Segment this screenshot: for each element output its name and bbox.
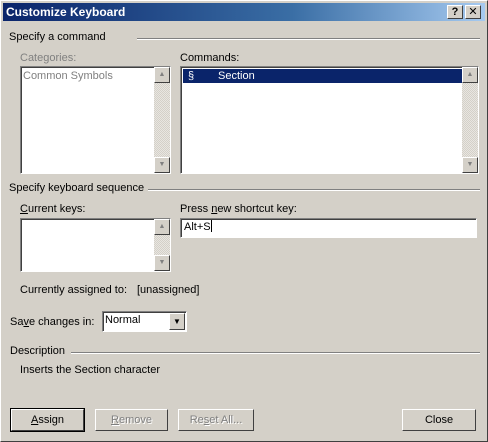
section-symbol: § xyxy=(188,70,195,82)
description-heading: Description xyxy=(10,345,66,357)
scroll-down-icon[interactable]: ▼ xyxy=(154,255,170,271)
categories-label: Categories: xyxy=(20,52,77,64)
dropdown-arrow-icon[interactable]: ▼ xyxy=(169,313,185,330)
current-keys-label: Current keys: xyxy=(20,203,86,215)
current-keys-listbox[interactable]: ▲ ▼ xyxy=(20,218,171,272)
text-caret xyxy=(210,220,212,232)
help-button[interactable]: ? xyxy=(447,5,463,19)
currently-assigned-label: Currently assigned to: xyxy=(20,284,127,296)
categories-listbox[interactable]: Common Symbols ▲ ▼ xyxy=(20,66,171,174)
divider xyxy=(71,352,480,354)
customize-keyboard-dialog: Customize Keyboard ? ✕ Specify a command… xyxy=(0,0,488,442)
divider xyxy=(148,189,480,191)
command-item-section[interactable]: § Section xyxy=(183,69,462,83)
scroll-up-icon[interactable]: ▲ xyxy=(154,67,170,83)
specify-command-heading: Specify a command xyxy=(9,31,106,43)
description-text: Inserts the Section character xyxy=(20,364,161,376)
scroll-down-icon[interactable]: ▼ xyxy=(462,157,478,173)
new-shortcut-label: Press new shortcut key: xyxy=(180,203,297,215)
new-shortcut-value: Alt+S xyxy=(184,221,211,233)
commands-scrollbar[interactable]: ▲ ▼ xyxy=(462,67,478,173)
currently-assigned-value: [unassigned] xyxy=(137,284,200,296)
scroll-up-icon[interactable]: ▲ xyxy=(462,67,478,83)
save-changes-label: Save changes in: xyxy=(10,316,95,328)
current-keys-scrollbar[interactable]: ▲ ▼ xyxy=(154,219,170,271)
close-window-button[interactable]: ✕ xyxy=(465,5,481,19)
command-name: Section xyxy=(218,70,255,82)
remove-button[interactable]: Remove xyxy=(95,409,168,431)
commands-listbox[interactable]: § Section ▲ ▼ xyxy=(180,66,479,174)
window-title: Customize Keyboard xyxy=(6,5,126,19)
scroll-down-icon[interactable]: ▼ xyxy=(154,157,170,173)
save-changes-select[interactable]: Normal ▼ xyxy=(102,311,187,332)
category-item[interactable]: Common Symbols xyxy=(23,69,113,83)
keyboard-sequence-heading: Specify keyboard sequence xyxy=(9,182,145,194)
reset-all-button[interactable]: Reset All... xyxy=(178,409,254,431)
new-shortcut-input[interactable]: Alt+S xyxy=(180,218,477,238)
divider xyxy=(137,38,480,40)
close-button[interactable]: Close xyxy=(402,409,476,431)
categories-scrollbar[interactable]: ▲ ▼ xyxy=(154,67,170,173)
title-bar[interactable]: Customize Keyboard ? ✕ xyxy=(3,3,485,21)
save-changes-value: Normal xyxy=(105,314,141,326)
scroll-up-icon[interactable]: ▲ xyxy=(154,219,170,235)
commands-label: Commands: xyxy=(180,52,240,64)
assign-button[interactable]: Assign xyxy=(10,408,85,432)
